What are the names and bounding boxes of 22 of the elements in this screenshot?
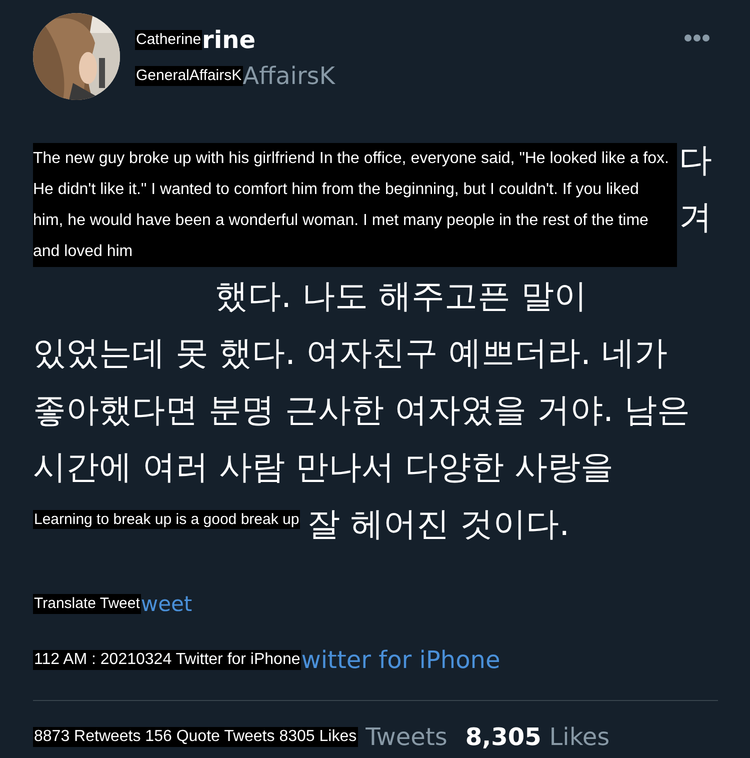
tweet-text: 다 bbox=[679, 139, 712, 181]
translation-caption: Translate Tweet bbox=[33, 594, 141, 614]
source-link[interactable]: witter for iPhone bbox=[301, 646, 500, 674]
translation-caption: GeneralAffairsK bbox=[135, 66, 243, 86]
display-name: rine bbox=[202, 26, 256, 54]
tweet-text: 겨 bbox=[679, 196, 712, 238]
translation-caption: Catherine bbox=[135, 30, 202, 50]
user-handle: AffairsK bbox=[242, 62, 336, 90]
translation-caption: The new guy broke up with his girlfriend In the office, everyone said, "He looked like a fox. He didn't like it." I wanted to comfort him from the beginning, but I couldn't. If you liked him, he would have been a wonderful woman. I met many people in the rest of the time and loved him bbox=[33, 143, 677, 267]
translate-link[interactable]: weet bbox=[140, 592, 192, 616]
tweet-text: 했다. 나도 해주고픈 말이 bbox=[215, 275, 587, 317]
more-icon[interactable] bbox=[684, 34, 710, 42]
stat-label[interactable]: Likes bbox=[549, 723, 610, 751]
stat-count: 8,305 bbox=[465, 723, 542, 751]
tweet-text: 좋아했다면 분명 근사한 여자였을 거야. 남은 bbox=[33, 389, 690, 431]
stat-label[interactable]: Tweets bbox=[366, 723, 448, 751]
translation-caption: 112 AM : 20210324 Twitter for iPhone bbox=[33, 650, 302, 670]
tweet-text: 있었는데 못 했다. 여자친구 예쁘더라. 네가 bbox=[33, 332, 668, 374]
tweet-text: 시간에 여러 사람 만나서 다양한 사랑을 bbox=[33, 446, 614, 488]
translation-caption: Learning to break up is a good break up bbox=[33, 510, 300, 530]
tweet-text: 잘 헤어진 것이다. bbox=[307, 503, 570, 545]
translation-caption: 8873 Retweets 156 Quote Tweets 8305 Likes bbox=[33, 726, 358, 748]
